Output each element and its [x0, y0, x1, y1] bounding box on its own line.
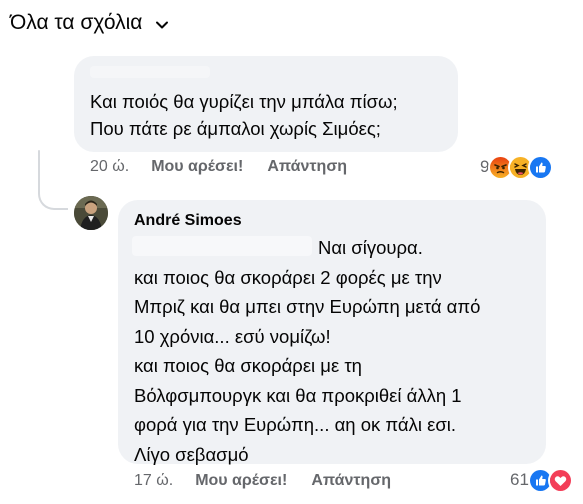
comment-line: Και ποιός θα γυρίζει την μπάλα πίσω;	[90, 91, 398, 112]
reply-text: Ναι σίγουρα. και ποιος θα σκοράρει 2 φορ…	[134, 233, 480, 469]
reaction-count: 61	[510, 470, 529, 489]
comment-timestamp[interactable]: 20 ώ.	[90, 158, 129, 176]
filter-title: Όλα τα σχόλια	[10, 11, 143, 34]
comment-bubble: Και ποιός θα γυρίζει την μπάλα πίσω; Που…	[74, 56, 458, 152]
redacted-author-name	[90, 66, 210, 78]
reply-button[interactable]: Απάντηση	[267, 158, 347, 176]
avatar[interactable]	[74, 196, 108, 230]
reply-line: Μπριζ και θα μπει στην Ευρώπη μετά από	[134, 296, 481, 317]
reply-line: Βόλφσμπουργκ και θα προκριθεί άλλη 1	[134, 384, 462, 406]
love-icon	[547, 467, 573, 493]
reply-actions: 17 ώ. Μου αρέσει! Απάντηση	[134, 470, 391, 492]
reaction-summary[interactable]: 9	[480, 154, 554, 180]
reply-line: και ποιος θα σκοράρει 2 φορές με την	[134, 266, 442, 288]
comment-line: Που πάτε ρε άμπαλοι χωρίς Σιμόες;	[90, 118, 381, 139]
comment-text: Και ποιός θα γυρίζει την μπάλα πίσω; Που…	[90, 88, 398, 142]
reply-timestamp[interactable]: 17 ώ.	[134, 472, 173, 490]
comment-actions: 20 ώ. Μου αρέσει! Απάντηση	[90, 156, 347, 178]
like-icon	[528, 154, 554, 180]
reply-line: Λίγο σεβασμό	[134, 443, 249, 465]
reply-line: Ναι σίγουρα.	[318, 237, 423, 258]
thread-connector-curve	[38, 180, 68, 210]
reply-button[interactable]: Απάντηση	[311, 472, 391, 490]
reply-author-name[interactable]: André Simoes	[134, 212, 242, 230]
chevron-down-icon	[154, 15, 170, 31]
all-comments-filter[interactable]: Όλα τα σχόλια	[10, 6, 170, 40]
reaction-summary[interactable]: 61	[510, 467, 573, 493]
like-button[interactable]: Μου αρέσει!	[195, 472, 287, 490]
reply-line: και ποιος θα σκοράρει με τη	[134, 355, 362, 376]
reply-line: φορά για την Ευρώπη... αη οκ πάλι εσι.	[134, 414, 457, 435]
reply-line: 10 χρόνια... εσύ νομίζω!	[134, 325, 331, 347]
like-button[interactable]: Μου αρέσει!	[151, 158, 243, 176]
reply-bubble: André Simoes Ναι σίγουρα. και ποιος θα σ…	[118, 200, 546, 465]
